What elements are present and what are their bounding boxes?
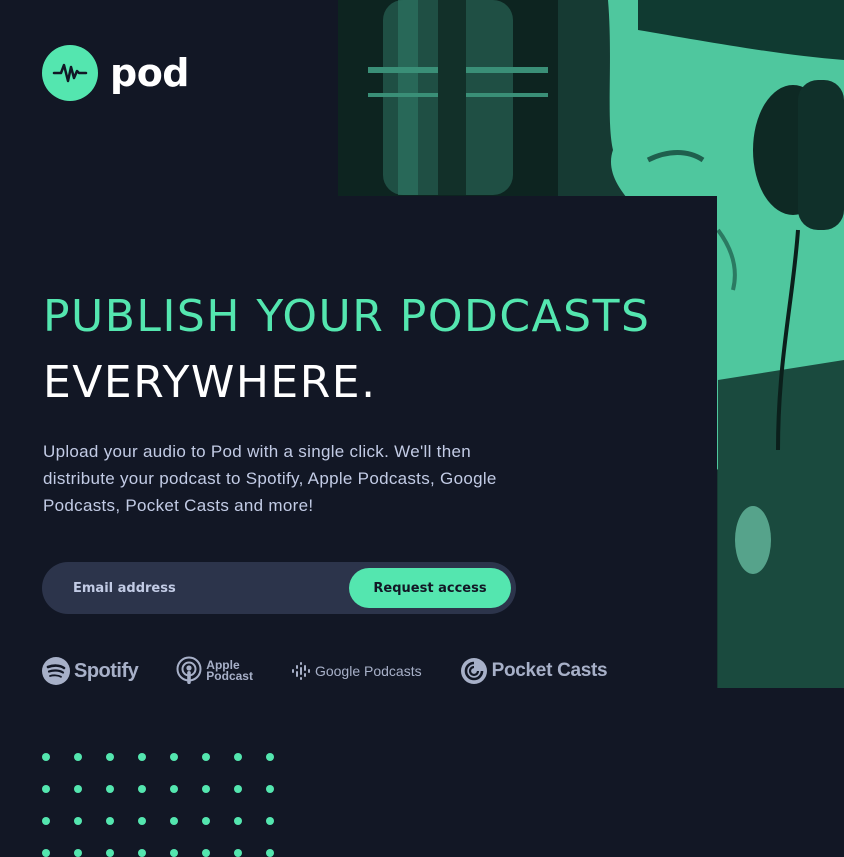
dot-pattern — [42, 753, 274, 857]
page-title: PUBLISH YOUR PODCASTS EVERYWHERE. — [43, 284, 650, 416]
decor-dot — [42, 849, 50, 857]
decor-dot — [202, 785, 210, 793]
decor-dot — [42, 817, 50, 825]
apple-podcast-icon — [176, 656, 202, 684]
decor-dot — [106, 753, 114, 761]
signup-form: Request access — [42, 562, 516, 614]
google-podcasts-icon — [291, 662, 310, 680]
spotify-icon — [42, 657, 70, 685]
decor-dot — [266, 849, 274, 857]
platform-apple-podcast: Apple Podcast — [176, 656, 253, 686]
decor-dot — [170, 785, 178, 793]
decor-dot — [106, 817, 114, 825]
platform-logos: Spotify Apple Podcast Google Podcasts Po… — [42, 656, 608, 686]
decor-dot — [170, 849, 178, 857]
waveform-icon — [42, 45, 98, 101]
decor-dot — [138, 785, 146, 793]
platform-label: Google Podcasts — [314, 663, 422, 679]
decor-dot — [42, 753, 50, 761]
decor-dot — [138, 817, 146, 825]
decor-dot — [202, 753, 210, 761]
decor-dot — [74, 849, 82, 857]
decor-dot — [106, 785, 114, 793]
logo[interactable]: pod — [42, 45, 190, 101]
decor-dot — [138, 753, 146, 761]
decor-dot — [74, 785, 82, 793]
headline-accent: PUBLISH YOUR PODCASTS — [43, 291, 651, 342]
platform-label: Apple Podcast — [206, 658, 253, 683]
decor-dot — [234, 753, 242, 761]
decor-dot — [138, 849, 146, 857]
decor-dot — [74, 753, 82, 761]
decor-dot — [234, 817, 242, 825]
decor-dot — [42, 785, 50, 793]
decor-dot — [266, 753, 274, 761]
decor-dot — [74, 817, 82, 825]
request-access-button[interactable]: Request access — [349, 568, 511, 608]
decor-dot — [266, 785, 274, 793]
platform-label: Pocket Casts — [491, 660, 608, 681]
platform-label: Spotify — [74, 659, 139, 682]
decor-dot — [170, 753, 178, 761]
headline-plain: EVERYWHERE. — [43, 357, 377, 408]
decor-dot — [234, 849, 242, 857]
email-input[interactable] — [73, 580, 349, 596]
hero-description: Upload your audio to Pod with a single c… — [43, 442, 497, 515]
decor-dot — [106, 849, 114, 857]
decor-dot — [266, 817, 274, 825]
platform-google-podcasts: Google Podcasts — [291, 662, 422, 680]
decor-dot — [170, 817, 178, 825]
platform-pocket-casts: Pocket Casts — [460, 657, 608, 685]
brand-name: pod — [110, 51, 190, 95]
decor-dot — [202, 849, 210, 857]
decor-dot — [234, 785, 242, 793]
pocket-casts-icon — [460, 658, 487, 684]
decor-dot — [202, 817, 210, 825]
platform-spotify: Spotify — [42, 657, 139, 685]
